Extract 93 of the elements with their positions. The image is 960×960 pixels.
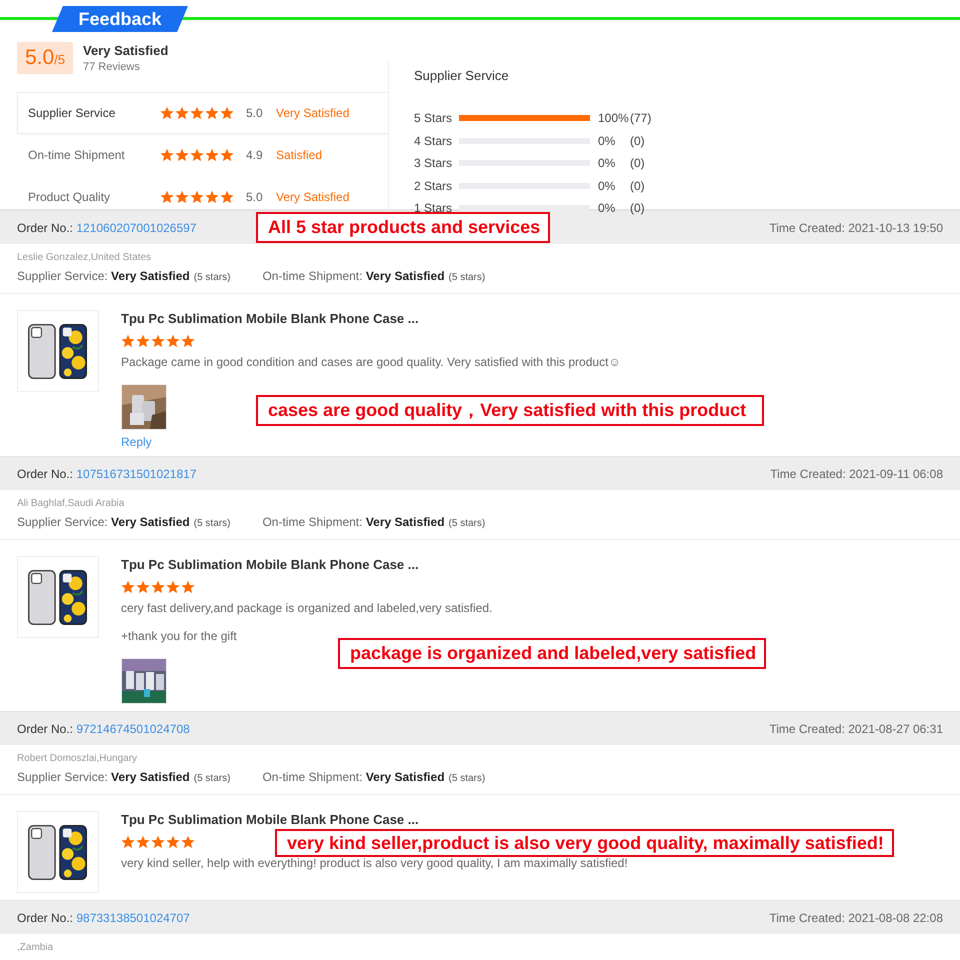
order-link[interactable]: 98733138501024707: [76, 910, 190, 924]
star-level-label: 5 Stars: [414, 111, 454, 126]
star-icon: [136, 334, 150, 348]
count-text: (77): [630, 111, 652, 126]
star-icon: [220, 190, 234, 204]
review-rating: Supplier Service: Very Satisfied (5 stars): [17, 770, 230, 784]
rating-row[interactable]: Supplier Service 5.0 Very Satisfied: [17, 92, 388, 134]
rating-label: On-time Shipment: [28, 148, 126, 162]
star-icon: [205, 148, 219, 162]
star-icon: [121, 835, 135, 849]
star-icon: [175, 148, 189, 162]
star-icon: [181, 580, 195, 594]
product-title: Tpu Pc Sublimation Mobile Blank Phone Case ...: [121, 556, 420, 574]
star-icon: [181, 334, 195, 348]
star-level-label: 4 Stars: [414, 134, 454, 148]
star-icon: [175, 106, 189, 120]
rating-row[interactable]: On-time Shipment 4.9 Satisfied: [17, 134, 388, 176]
rating-label: Product Quality: [28, 190, 112, 204]
time-created: Time Created: 2021-08-08 22:08: [769, 910, 943, 924]
star-icon: [190, 190, 204, 204]
star-icon: [136, 835, 150, 849]
order-link[interactable]: 97214674501024708: [76, 722, 190, 736]
annotation-callout: All 5 star products and services: [256, 212, 550, 243]
breakdown-title: Supplier Service: [414, 68, 510, 83]
percent-text: 0%: [598, 134, 616, 148]
reviewer-name: Leslie Gonzalez,United States: [17, 252, 152, 263]
star-icon: [220, 106, 234, 120]
review-comment: Package came in good condition and cases are good quality. Very satisfied with this product☺: [121, 354, 622, 370]
review-comment: +thank you for the gift: [121, 628, 238, 644]
rating-value: 5.0: [246, 106, 264, 120]
reviewer-name: ,Zambia: [17, 942, 54, 953]
star-icon: [166, 835, 180, 849]
percent-text: 0%: [598, 156, 616, 170]
star-icon: [190, 106, 204, 120]
time-created: Time Created: 2021-10-13 19:50: [769, 220, 943, 234]
annotation-callout: package is organized and labeled,very satisfied: [338, 638, 766, 669]
star-icon: [190, 148, 204, 162]
star-icon: [151, 334, 165, 348]
rating-value: 4.9: [246, 148, 264, 162]
annotation-callout: cases are good quality，Very satisfied with this product: [256, 395, 764, 426]
rating-label: Supplier Service: [28, 106, 116, 120]
star-icon: [220, 148, 234, 162]
star-icon: [160, 148, 174, 162]
rating-value: 5.0: [246, 190, 264, 204]
review-comment: very kind seller, help with everything! product is also very good quality, I am maximally satisfied!: [121, 855, 629, 871]
percent-text: 0%: [598, 201, 616, 216]
star-icon: [166, 580, 180, 594]
score-badge: 5.0/5: [17, 42, 73, 74]
rating-verdict: Very Satisfied: [83, 43, 168, 58]
reply-link[interactable]: Reply: [121, 435, 152, 449]
count-text: (0): [630, 201, 645, 216]
review-rating: On-time Shipment: Very Satisfied (5 stars): [262, 515, 486, 529]
star-icon: [136, 580, 150, 594]
star-icon: [166, 334, 180, 348]
star-level-label: 2 Stars: [414, 178, 454, 193]
rating-verdict: Very Satisfied: [276, 106, 350, 120]
star-icon: [121, 334, 135, 348]
star-icon: [181, 835, 195, 849]
annotation-callout: very kind seller,product is also very good quality, maximally satisfied!: [275, 829, 894, 857]
order-link[interactable]: 121060207001026597: [76, 220, 196, 234]
order-number: Order No.: 121060207001026597: [17, 220, 196, 234]
reviewer-name: Robert Domoszlai,Hungary: [17, 753, 138, 764]
reviewer-name: Ali Baghlaf,Saudi Arabia: [17, 498, 126, 509]
review-rating: On-time Shipment: Very Satisfied (5 stars): [262, 770, 486, 784]
star-icon: [151, 835, 165, 849]
time-created: Time Created: 2021-09-11 06:08: [770, 466, 943, 480]
product-title: Tpu Pc Sublimation Mobile Blank Phone Case ...: [121, 310, 420, 328]
review-comment: cery fast delivery,and package is organized and labeled,very satisfied.: [121, 600, 494, 616]
star-icon: [151, 580, 165, 594]
star-icon: [160, 106, 174, 120]
time-created: Time Created: 2021-08-27 06:31: [769, 722, 943, 736]
percent-text: 0%: [598, 178, 616, 193]
rating-verdict: Very Satisfied: [276, 190, 350, 204]
rating-verdict: Satisfied: [276, 148, 322, 162]
star-icon: [121, 580, 135, 594]
review-count: 77 Reviews: [83, 61, 141, 73]
percent-text: 100%: [598, 111, 630, 126]
order-number: Order No.: 107516731501021817: [17, 466, 196, 480]
review-rating: Supplier Service: Very Satisfied (5 stars): [17, 515, 230, 529]
star-icon: [160, 190, 174, 204]
order-number: Order No.: 97214674501024708: [17, 722, 190, 736]
count-text: (0): [630, 134, 645, 148]
order-number: Order No.: 98733138501024707: [17, 910, 190, 924]
product-title: Tpu Pc Sublimation Mobile Blank Phone Case ...: [121, 811, 420, 829]
review-rating: Supplier Service: Very Satisfied (5 stars): [17, 269, 230, 283]
count-text: (0): [630, 156, 645, 170]
star-icon: [175, 190, 189, 204]
star-icon: [205, 190, 219, 204]
count-text: (0): [630, 178, 645, 193]
order-link[interactable]: 107516731501021817: [76, 466, 196, 480]
star-level-label: 3 Stars: [414, 156, 454, 170]
star-icon: [205, 106, 219, 120]
review-rating: On-time Shipment: Very Satisfied (5 stars): [262, 269, 486, 283]
